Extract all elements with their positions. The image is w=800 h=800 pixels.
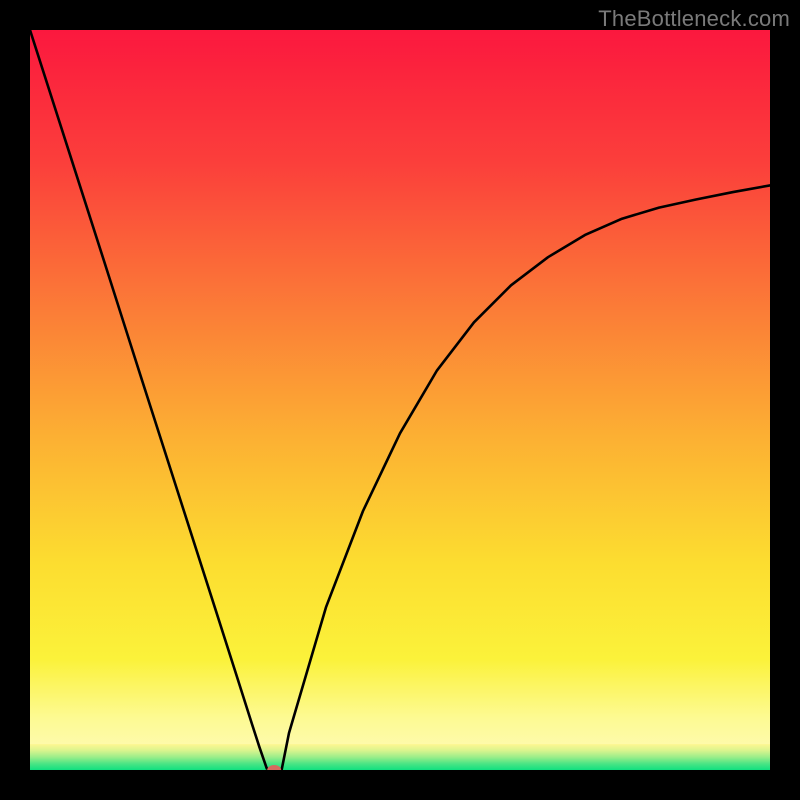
chart-svg	[30, 30, 770, 770]
bottom-green-band	[30, 744, 770, 770]
background-gradient	[30, 30, 770, 770]
plot-area	[30, 30, 770, 770]
watermark-text: TheBottleneck.com	[598, 6, 790, 32]
chart-frame: TheBottleneck.com	[0, 0, 800, 800]
